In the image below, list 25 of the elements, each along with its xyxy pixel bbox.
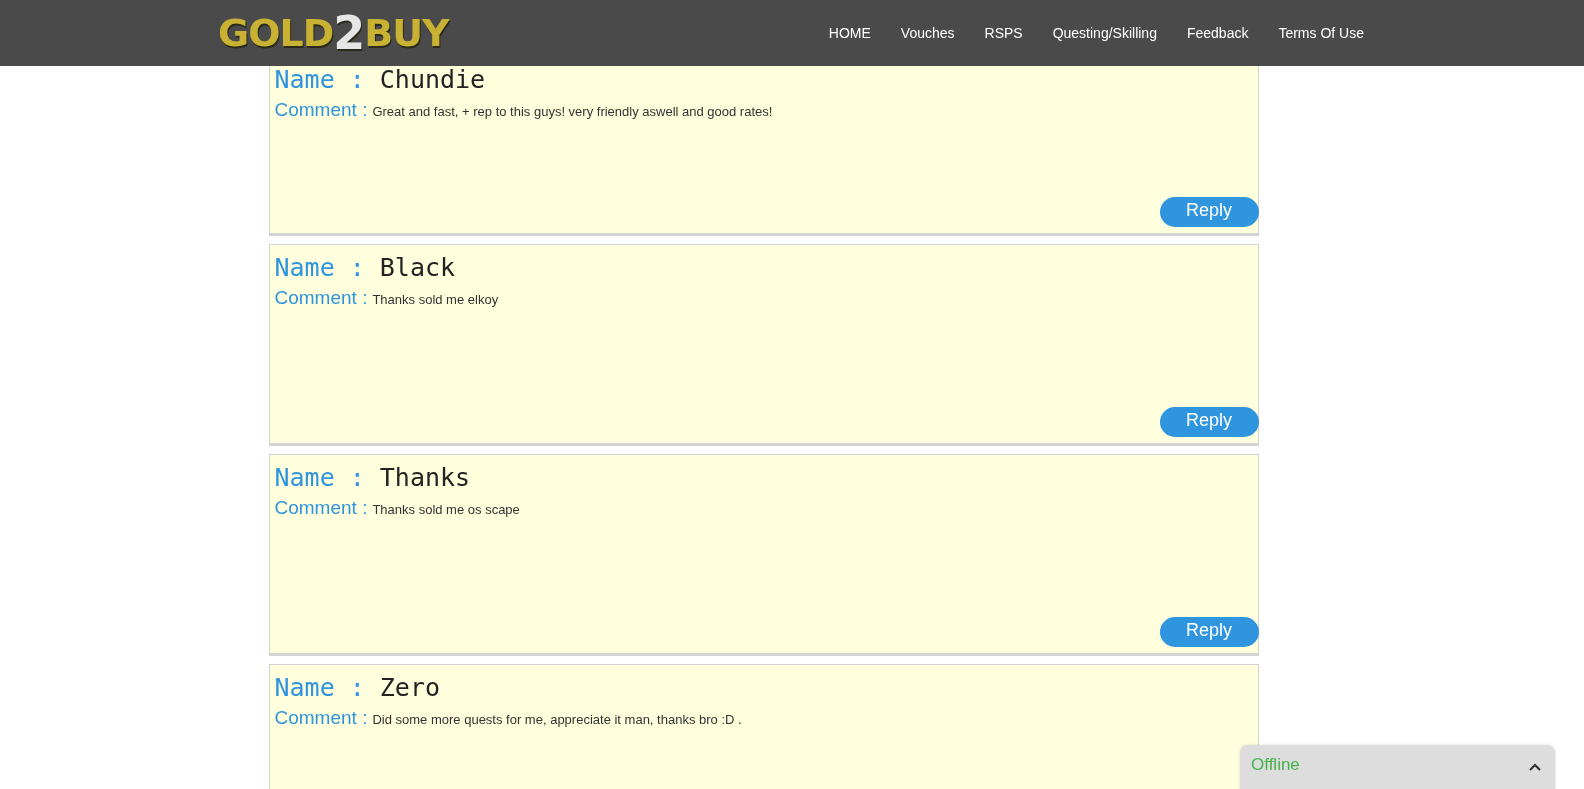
vouch-name: Thanks xyxy=(379,463,471,493)
comment-label: Comment : xyxy=(274,287,368,309)
nav-link[interactable]: HOME xyxy=(828,25,871,41)
nav-link[interactable]: Questing/Skilling xyxy=(1052,25,1157,41)
chat-status: Offline xyxy=(1251,755,1300,775)
comment-text: Great and fast, + rep to this guys! very friendly aswell and good rates! xyxy=(372,104,773,119)
vouch-name: Black xyxy=(379,253,456,283)
caret-icon[interactable] xyxy=(1529,763,1541,771)
comment-label: Comment : xyxy=(274,99,368,121)
name-label: Name : xyxy=(274,463,365,493)
vouch-name: Chundie xyxy=(379,66,486,95)
comment-text: Thanks sold me elkoy xyxy=(372,292,499,307)
name-label: Name : xyxy=(274,66,365,95)
nav-link[interactable]: RSPS xyxy=(984,25,1023,41)
comment-label: Comment : xyxy=(274,707,368,729)
nav-link[interactable]: Feedback xyxy=(1186,25,1249,41)
comment-label: Comment : xyxy=(274,497,368,519)
comment-text: Thanks sold me os scape xyxy=(372,502,520,517)
nav-link[interactable]: Terms Of Use xyxy=(1278,25,1364,41)
nav-link[interactable]: Vouches xyxy=(900,25,955,41)
logo[interactable]: GOLD2BUY xyxy=(218,6,449,60)
name-label: Name : xyxy=(274,673,365,703)
vouch-name: Zero xyxy=(379,673,441,703)
comment-text: Did some more quests for me, appreciate it man, thanks bro :D . xyxy=(372,712,742,727)
name-label: Name : xyxy=(274,253,365,283)
